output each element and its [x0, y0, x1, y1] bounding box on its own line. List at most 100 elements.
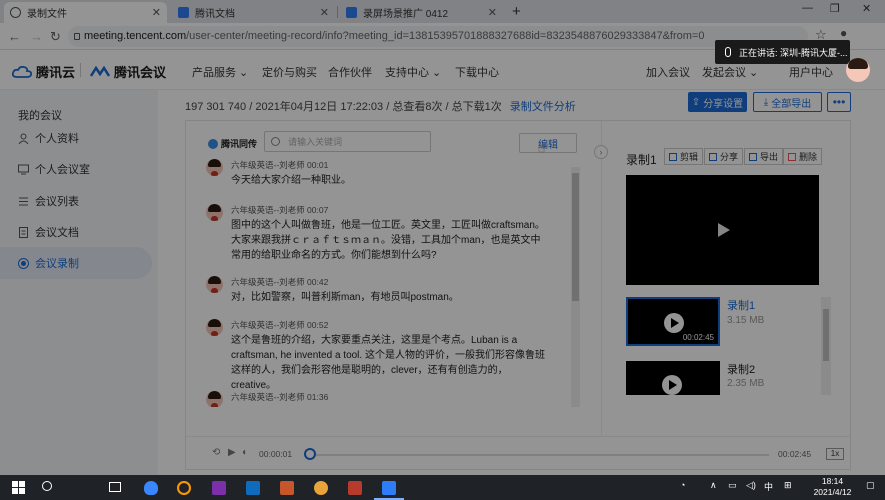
sidebar-title: 我的会议	[18, 110, 62, 122]
collapse-chevron-icon[interactable]: ›	[594, 145, 608, 159]
maximize-icon[interactable]: ❐	[830, 2, 840, 15]
join-meeting-link[interactable]: 加入会议	[646, 64, 690, 80]
button-label: 分享	[720, 152, 739, 162]
logo-text: 腾讯云	[36, 65, 76, 80]
app-icon[interactable]	[280, 481, 294, 495]
nav-download[interactable]: 下载中心	[455, 64, 499, 80]
share-settings-button[interactable]: ⇪ 分享设置	[688, 92, 747, 112]
tray-expand-icon[interactable]: ∧	[710, 480, 717, 491]
tray-app-icon[interactable]: ◔	[680, 480, 685, 490]
task-view-icon[interactable]	[109, 482, 121, 492]
video-player[interactable]	[626, 175, 819, 285]
share-icon	[709, 152, 717, 161]
transcript-text: 对，比如警察，叫普利斯man，有地员叫postman。	[231, 292, 459, 303]
tab-recording-files[interactable]: 录制文件 ✕	[4, 2, 167, 23]
tab-promo[interactable]: 录屏场景推广 0412 ✕	[340, 2, 503, 23]
close-icon[interactable]: ✕	[320, 6, 329, 19]
meeting-info: 197 301 740 / 2021年04月12日 17:22:03 / 总查看…	[185, 98, 576, 114]
recording-title: 录制1	[626, 153, 657, 167]
progress-track[interactable]	[309, 454, 769, 456]
volume-icon[interactable]: ◖	[241, 447, 247, 458]
tencent-cloud-logo[interactable]: 腾讯云	[12, 62, 75, 81]
profile-icon[interactable]: ●	[840, 26, 847, 40]
transcript-list: 六年级英语--刘老师 00:01 今天给大家介绍一种职业。 六年级英语--刘老师…	[206, 159, 571, 407]
speaking-toast: 正在讲话: 深圳-腾讯大厦-...	[715, 40, 850, 64]
close-icon[interactable]: ✕	[152, 6, 161, 19]
outlook-icon[interactable]	[246, 481, 260, 495]
url-path: /user-center/meeting-record/info?meeting…	[186, 30, 705, 42]
rewind-icon[interactable]: ⟲	[212, 447, 220, 458]
progress-knob[interactable]	[304, 448, 316, 460]
transcript-scrollbar[interactable]	[571, 167, 580, 407]
play-icon[interactable]	[717, 223, 730, 237]
microphone-icon	[725, 47, 731, 57]
recording-size: 2.35 MB	[727, 378, 765, 389]
recording-analysis-link[interactable]: 录制文件分析	[510, 101, 576, 113]
keyboard-icon[interactable]: ⊞	[784, 480, 792, 491]
recording-name[interactable]: 录制2	[727, 361, 755, 377]
share-button[interactable]: 分享	[704, 148, 744, 165]
system-clock[interactable]: 18:14 2021/4/12	[805, 476, 860, 498]
logo-text: 腾讯会议	[114, 65, 167, 80]
play-icon[interactable]: ▶	[228, 447, 236, 458]
nav-partners[interactable]: 合作伙伴	[328, 64, 372, 80]
sidebar-item-profile[interactable]: 个人资料	[0, 122, 152, 154]
network-icon[interactable]: ▭	[728, 480, 737, 491]
export-button[interactable]: 导出	[744, 148, 784, 165]
start-meeting-link[interactable]: 发起会议 ⌄	[702, 64, 758, 80]
scrollbar-thumb[interactable]	[823, 309, 829, 361]
current-time: 00:00:01	[259, 449, 293, 459]
user-center-link[interactable]: 用户中心	[789, 64, 833, 80]
recording-panel: 腾讯同传 请输入关键词 编辑 ☝ 六年级英语--刘老师 00:01 今天给大家介…	[185, 120, 851, 470]
close-icon[interactable]: ✕	[488, 6, 497, 19]
transcript-text: 这个是鲁班的介绍，大家要重点关注，这里是个考点。Luban is a craft…	[231, 335, 545, 391]
forward-icon[interactable]: →	[30, 29, 43, 44]
url-field[interactable]: meeting.tencent.com/user-center/meeting-…	[68, 26, 808, 47]
tab-tencent-docs[interactable]: 腾讯文档 ✕	[172, 2, 335, 23]
sidebar-item-meeting-list[interactable]: 会议列表	[0, 185, 152, 217]
notification-icon[interactable]: ▢	[866, 480, 875, 491]
clip-button[interactable]: 剪辑	[664, 148, 704, 165]
app-icon[interactable]	[348, 481, 362, 495]
sidebar-item-personal-room[interactable]: 个人会议室	[0, 153, 152, 185]
scrollbar-thumb[interactable]	[572, 173, 579, 301]
shield-app-icon[interactable]	[144, 481, 158, 495]
search-icon[interactable]	[42, 481, 52, 491]
logo-divider	[80, 63, 81, 77]
record-icon	[18, 257, 29, 269]
check-app-icon[interactable]	[177, 481, 191, 495]
recordings-scrollbar[interactable]	[821, 297, 831, 395]
keyword-search-input[interactable]: 请输入关键词	[264, 131, 431, 152]
new-tab-icon[interactable]: +	[512, 3, 521, 20]
tab-label: 腾讯文档	[195, 9, 235, 20]
minimize-icon[interactable]: —	[802, 2, 813, 14]
nav-pricing[interactable]: 定价与购买	[262, 64, 317, 80]
avatar	[206, 159, 223, 176]
user-avatar[interactable]	[846, 58, 870, 82]
export-all-button[interactable]: ⤓ 全部导出	[753, 92, 822, 112]
recording-thumbnail-1[interactable]: 00:02:45	[626, 297, 720, 346]
sidebar-item-meeting-docs[interactable]: 会议文档	[0, 216, 152, 248]
tab-separator	[337, 6, 338, 18]
back-icon[interactable]: ←	[8, 29, 21, 44]
volume-icon[interactable]: ◁)	[746, 480, 756, 491]
recording-name[interactable]: 录制1	[727, 297, 755, 313]
more-button[interactable]: •••	[827, 92, 851, 112]
export-icon	[749, 152, 757, 161]
reload-icon[interactable]: ↻	[50, 29, 61, 45]
speed-button[interactable]: 1x	[826, 448, 844, 460]
button-label: 删除	[799, 152, 818, 162]
nav-products[interactable]: 产品服务 ⌄	[192, 64, 248, 80]
window-close-icon[interactable]: ✕	[862, 2, 871, 15]
chrome-icon[interactable]	[314, 481, 328, 495]
recording-thumbnail-2[interactable]	[626, 361, 720, 395]
tencent-meeting-logo[interactable]: 腾讯会议	[90, 62, 166, 81]
sidebar-item-recordings[interactable]: 会议录制	[0, 247, 152, 279]
edit-button[interactable]: 编辑	[519, 133, 577, 153]
delete-button[interactable]: 删除	[783, 148, 823, 165]
windows-start-icon[interactable]	[12, 481, 25, 494]
onenote-icon[interactable]	[212, 481, 226, 495]
tencent-meeting-icon[interactable]	[382, 481, 396, 495]
ime-indicator[interactable]: 中	[764, 480, 773, 493]
nav-support[interactable]: 支持中心 ⌄	[385, 64, 441, 80]
